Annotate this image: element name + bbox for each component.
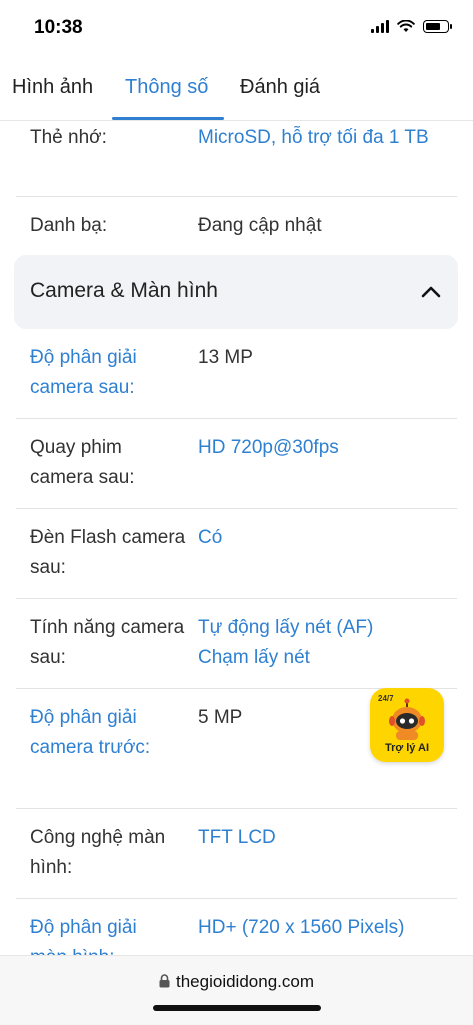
battery-icon xyxy=(423,20,452,33)
ai-assistant-button[interactable]: 24/7 Trợ lý AI xyxy=(370,688,444,762)
lock-icon xyxy=(159,974,170,988)
wifi-icon xyxy=(397,20,415,32)
spec-value: 13 MP xyxy=(198,347,253,368)
spec-value: Đang cập nhật xyxy=(198,215,322,236)
spec-value[interactable]: Tự động lấy nét (AF) xyxy=(198,613,448,643)
tab-bar: Hình ảnh Thông số Đánh giá xyxy=(0,56,473,121)
spec-value-secondary[interactable]: Chạm lấy nét xyxy=(198,643,448,673)
status-icons xyxy=(371,20,452,33)
tab-images[interactable]: Hình ảnh xyxy=(12,76,93,99)
spec-row-display-resolution: Độ phân giải màn hình: HD+ (720 x 1560 P… xyxy=(16,899,457,955)
section-header-camera-display[interactable]: Camera & Màn hình xyxy=(14,255,458,329)
spec-value[interactable]: HD+ (720 x 1560 Pixels) xyxy=(198,913,458,943)
tab-reviews[interactable]: Đánh giá xyxy=(240,76,320,99)
status-time: 10:38 xyxy=(34,17,83,38)
chevron-up-icon[interactable] xyxy=(420,281,442,303)
spec-row-rear-features: Tính năng camera sau: Tự động lấy nét (A… xyxy=(16,599,457,689)
spec-value[interactable]: Có xyxy=(198,523,448,553)
spec-label[interactable]: Độ phân giải camera sau: xyxy=(30,343,190,403)
spec-row-rear-flash: Đèn Flash camera sau: Có xyxy=(16,509,457,599)
spec-label: Quay phim camera sau: xyxy=(30,437,135,488)
url-bar[interactable]: thegioididong.com xyxy=(0,972,473,992)
browser-bottom-bar: thegioididong.com xyxy=(0,955,473,1025)
spec-label[interactable]: Độ phân giải màn hình: xyxy=(30,913,170,955)
spec-row-rear-video: Quay phim camera sau: HD 720p@30fps xyxy=(16,419,457,509)
spec-row-display-tech: Công nghệ màn hình: TFT LCD xyxy=(16,809,457,899)
home-indicator[interactable] xyxy=(153,1005,321,1011)
ai-label: Trợ lý AI xyxy=(384,742,430,754)
status-bar: 10:38 xyxy=(0,0,473,56)
spec-value[interactable]: HD 720p@30fps xyxy=(198,433,448,463)
spec-row-contacts: Danh bạ: Đang cập nhật xyxy=(16,197,457,255)
url-text: thegioididong.com xyxy=(176,972,314,991)
active-tab-indicator xyxy=(112,117,224,120)
signal-icon xyxy=(371,20,389,33)
spec-label: Thẻ nhớ: xyxy=(30,127,107,148)
spec-label: Tính năng camera sau: xyxy=(30,617,185,668)
spec-value[interactable]: TFT LCD xyxy=(198,823,448,853)
spec-row-rear-camera-resolution: Độ phân giải camera sau: 13 MP xyxy=(16,329,457,419)
spec-label: Công nghệ màn hình: xyxy=(30,827,166,878)
spec-value[interactable]: MicroSD, hỗ trợ tối đa 1 TB xyxy=(198,123,448,153)
specs-content[interactable]: Thẻ nhớ: MicroSD, hỗ trợ tối đa 1 TB Dan… xyxy=(0,121,473,955)
tab-specs[interactable]: Thông số xyxy=(125,76,208,99)
section-title: Camera & Màn hình xyxy=(30,279,218,302)
spec-label[interactable]: Độ phân giải camera trước: xyxy=(30,703,170,763)
spec-label: Danh bạ: xyxy=(30,215,108,236)
spec-label: Đèn Flash camera sau: xyxy=(30,527,186,578)
spec-row-memory-card: Thẻ nhớ: MicroSD, hỗ trợ tối đa 1 TB xyxy=(16,121,457,197)
